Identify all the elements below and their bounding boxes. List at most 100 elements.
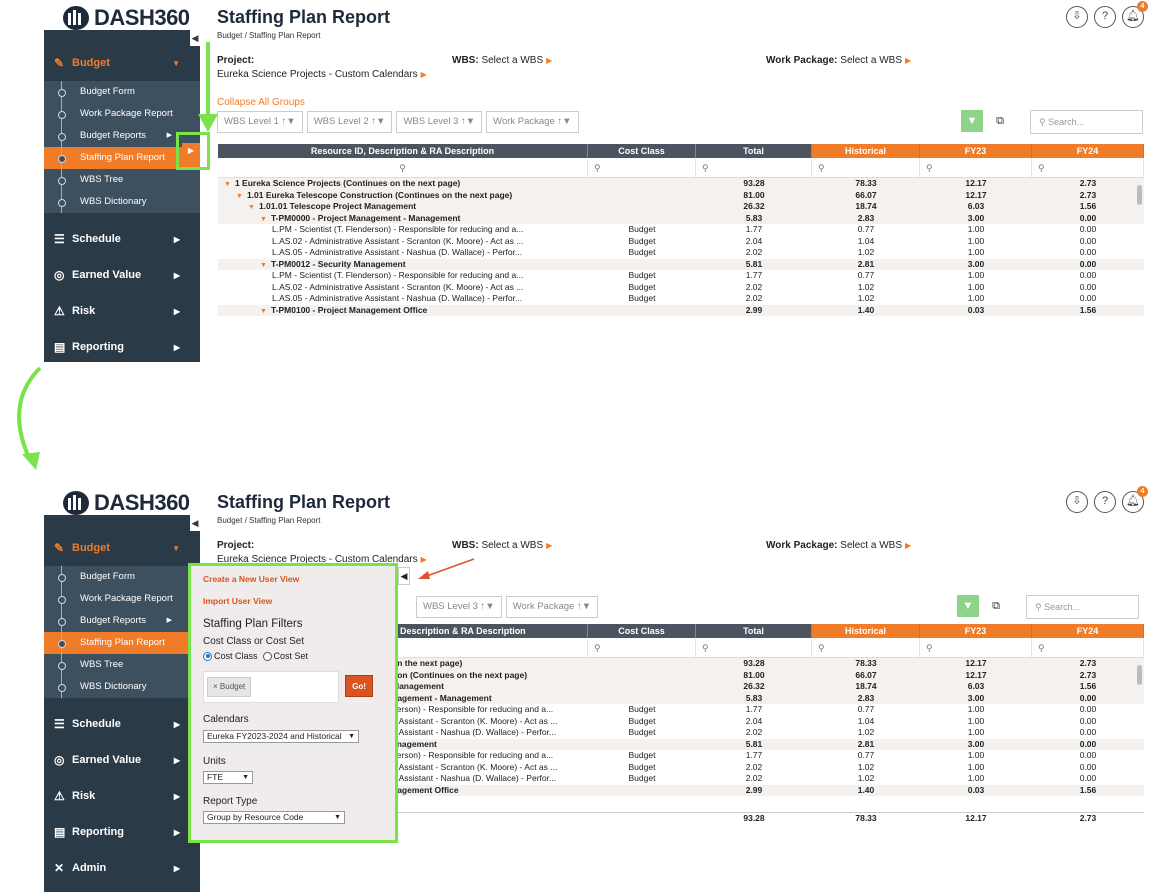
sidebar-item-budget-reports[interactable]: Budget Reports ▶ bbox=[44, 610, 200, 632]
column-filter-input[interactable]: ⚲ bbox=[1032, 638, 1144, 657]
table-row[interactable]: L.AS.02 - Administrative Assistant - Scr… bbox=[218, 236, 1144, 248]
expand-toggle-icon[interactable]: ▼ bbox=[260, 308, 267, 315]
table-row[interactable]: e Assistant - Scranton (K. Moore) - Act … bbox=[392, 762, 1144, 774]
calendars-select[interactable]: Eureka FY2023-2024 and Historical ▼ bbox=[203, 730, 359, 743]
column-filter-input[interactable]: ⚲ bbox=[812, 638, 920, 657]
column-filter-input[interactable]: ⚲ bbox=[696, 638, 812, 657]
column-filter-input[interactable]: ⚲ bbox=[588, 158, 696, 177]
search-input[interactable]: ⚲ Search... bbox=[1026, 595, 1139, 619]
table-row[interactable]: tion (Continues on the next page) 81.00 66… bbox=[392, 669, 1144, 681]
col-header-historical[interactable]: Historical bbox=[812, 144, 920, 158]
table-row[interactable]: ▼ 1.01 Eureka Telescope Construction (Con… bbox=[218, 189, 1144, 201]
table-row[interactable]: e Assistant - Nashua (D. Wallace) - Perf… bbox=[392, 773, 1144, 785]
collapse-all-groups-link[interactable]: Collapse All Groups bbox=[217, 97, 305, 108]
sidebar-section-earned-value[interactable]: ◎ Earned Value ▶ bbox=[44, 742, 200, 778]
scrollbar[interactable] bbox=[1137, 665, 1142, 685]
column-filter-input[interactable]: ⚲ bbox=[920, 158, 1032, 177]
sidebar-section-budget[interactable]: ✎ Budget ▼ bbox=[44, 45, 200, 81]
scrollbar[interactable] bbox=[1137, 185, 1142, 205]
table-row[interactable]: on the next page) 93.28 78.33 12.17 2.73 bbox=[392, 658, 1144, 670]
sidebar-section-budget[interactable]: ✎ Budget ▼ bbox=[44, 530, 200, 566]
filter-icon[interactable]: ▼ bbox=[961, 110, 983, 132]
sidebar-item-work-package-report[interactable]: Work Package Report bbox=[44, 588, 200, 610]
filter-icon[interactable]: ▼ bbox=[957, 595, 979, 617]
col-header-fy23[interactable]: FY23 bbox=[920, 144, 1032, 158]
table-row[interactable]: ▼ T-PM0000 - Project Management - Managem… bbox=[218, 212, 1144, 224]
expand-toggle-icon[interactable]: ▼ bbox=[248, 204, 255, 211]
selected-tag[interactable]: × Budget bbox=[207, 677, 252, 697]
sidebar-section-earned-value[interactable]: ◎ Earned Value ▶ bbox=[44, 257, 200, 293]
bell-icon[interactable]: 🔔︎ 4 bbox=[1122, 1, 1148, 28]
column-filter-input[interactable]: ⚲ bbox=[920, 638, 1032, 657]
expand-toggle-icon[interactable]: ▼ bbox=[224, 181, 231, 188]
table-row[interactable]: ▼ 1.01.01 Telescope Project Management 26.… bbox=[218, 201, 1144, 213]
download-icon[interactable]: ⇩ bbox=[1066, 491, 1088, 513]
table-row[interactable]: ▼ T-PM0012 - Security Management 5.81 2.81 3… bbox=[218, 258, 1144, 270]
work-package-selector[interactable]: Work Package: Select a WBS ▶ bbox=[766, 540, 911, 551]
radio-cost-class[interactable] bbox=[203, 651, 212, 661]
table-row[interactable]: L.PM - Scientist (T. Flenderson) - Respo… bbox=[218, 224, 1144, 236]
table-row[interactable]: e Assistant - Scranton (K. Moore) - Act … bbox=[392, 716, 1144, 728]
col-header-resource[interactable]: Description & RA Description bbox=[392, 624, 588, 638]
col-header-resource[interactable]: Resource ID, Description & RA Descriptio… bbox=[218, 144, 588, 158]
expand-toggle-icon[interactable]: ▼ bbox=[236, 193, 243, 200]
table-row[interactable]: L.PM - Scientist (T. Flenderson) - Respo… bbox=[218, 270, 1144, 282]
sidebar-collapse-button[interactable]: ◀ bbox=[190, 515, 200, 531]
column-filter-input[interactable]: ⚲ bbox=[218, 158, 588, 177]
column-filter-input[interactable] bbox=[392, 638, 588, 657]
column-filter-input[interactable]: ⚲ bbox=[588, 638, 696, 657]
sidebar-section-risk[interactable]: ⚠ Risk ▶ bbox=[44, 778, 200, 814]
table-row[interactable]: L.AS.02 - Administrative Assistant - Scr… bbox=[218, 282, 1144, 294]
report-type-select[interactable]: Group by Resource Code ▼ bbox=[203, 811, 345, 824]
table-row[interactable]: nagement Office 2.99 1.40 0.03 1.56 bbox=[392, 784, 1144, 796]
col-header-cost-class[interactable]: Cost Class bbox=[588, 144, 696, 158]
import-user-view-link[interactable]: Import User View bbox=[203, 596, 272, 606]
table-row[interactable]: e Assistant - Nashua (D. Wallace) - Perf… bbox=[392, 727, 1144, 739]
col-header-fy23[interactable]: FY23 bbox=[920, 624, 1032, 638]
sidebar-item-budget-form[interactable]: Budget Form bbox=[44, 566, 200, 588]
expand-toggle-icon[interactable]: ▼ bbox=[260, 262, 267, 269]
sidebar-section-schedule[interactable]: ☰ Schedule ▶ bbox=[44, 221, 200, 257]
col-header-fy24[interactable]: FY24 bbox=[1032, 144, 1144, 158]
col-header-total[interactable]: Total bbox=[696, 624, 812, 638]
sidebar-section-reporting[interactable]: ▤ Reporting ▶ bbox=[44, 329, 200, 362]
col-header-historical[interactable]: Historical bbox=[812, 624, 920, 638]
table-row[interactable]: nagement - Management 5.83 2.83 3.00 0.00 bbox=[392, 692, 1144, 704]
table-row[interactable]: L.AS.05 - Administrative Assistant - Nas… bbox=[218, 293, 1144, 305]
table-row[interactable]: ▼ 1 Eureka Science Projects (Continues on… bbox=[218, 178, 1144, 190]
sidebar-item-staffing-plan-report[interactable]: Staffing Plan Report bbox=[44, 632, 200, 654]
sidebar-section-risk[interactable]: ⚠ Risk ▶ bbox=[44, 293, 200, 329]
sidebar-section-schedule[interactable]: ☰ Schedule ▶ bbox=[44, 706, 200, 742]
bell-icon[interactable]: 🔔︎ 4 bbox=[1122, 486, 1148, 513]
units-select[interactable]: FTE ▼ bbox=[203, 771, 253, 784]
group-chip-work-package[interactable]: Work Package ↑▼ bbox=[486, 111, 579, 133]
table-row[interactable]: ▼ T-PM0100 - Project Management Office 2.9… bbox=[218, 304, 1144, 316]
table-row[interactable]: derson) - Responsible for reducing and a… bbox=[392, 750, 1144, 762]
group-chip-wbs-level-3[interactable]: WBS Level 3 ↑▼ bbox=[396, 111, 483, 133]
columns-icon[interactable]: ⧉ bbox=[989, 110, 1011, 132]
sidebar-item-budget-form[interactable]: Budget Form bbox=[44, 81, 200, 103]
sidebar-item-work-package-report[interactable]: Work Package Report bbox=[44, 103, 200, 125]
wbs-selector[interactable]: WBS: Select a WBS ▶ bbox=[452, 55, 552, 66]
group-chip-work-package[interactable]: Work Package ↑▼ bbox=[505, 596, 599, 618]
flyout-collapse-button[interactable]: ◀ bbox=[398, 567, 410, 585]
go-button[interactable]: Go! bbox=[345, 675, 373, 697]
cost-class-multiselect[interactable]: × Budget bbox=[203, 671, 339, 703]
wbs-selector[interactable]: WBS: Select a WBS ▶ bbox=[452, 540, 552, 551]
table-row[interactable]: derson) - Responsible for reducing and a… bbox=[392, 704, 1144, 716]
group-chip-wbs-level-3[interactable]: WBS Level 3 ↑▼ bbox=[416, 596, 502, 618]
search-input[interactable]: ⚲ Search... bbox=[1030, 110, 1143, 134]
sidebar-item-wbs-tree[interactable]: WBS Tree bbox=[44, 654, 200, 676]
group-chip-wbs-level-1[interactable]: WBS Level 1 ↑▼ bbox=[217, 111, 303, 133]
column-filter-input[interactable]: ⚲ bbox=[812, 158, 920, 177]
col-header-total[interactable]: Total bbox=[696, 144, 812, 158]
column-filter-input[interactable]: ⚲ bbox=[1032, 158, 1144, 177]
radio-cost-set[interactable] bbox=[262, 651, 272, 661]
sidebar-item-wbs-tree[interactable]: WBS Tree bbox=[44, 169, 200, 191]
sidebar-section-admin[interactable]: ✕ Admin ▶ bbox=[44, 850, 200, 886]
work-package-selector[interactable]: Work Package: Select a WBS ▶ bbox=[766, 55, 911, 66]
project-selector[interactable]: Eureka Science Projects - Custom Calenda… bbox=[217, 69, 427, 80]
sidebar-section-reporting[interactable]: ▤ Reporting ▶ bbox=[44, 814, 200, 850]
sidebar-item-wbs-dictionary[interactable]: WBS Dictionary bbox=[44, 676, 200, 698]
col-header-fy24[interactable]: FY24 bbox=[1032, 624, 1144, 638]
